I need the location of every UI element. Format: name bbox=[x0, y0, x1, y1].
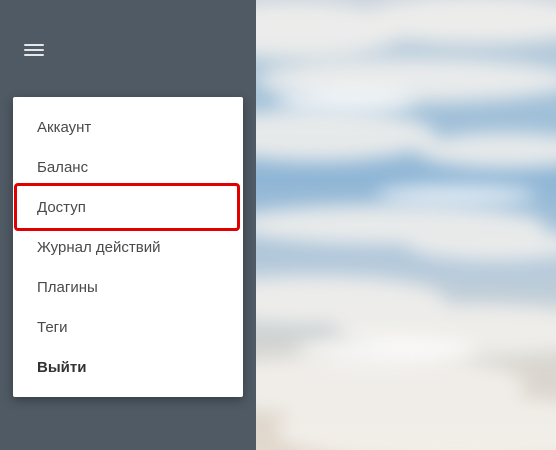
menu-item-activity-log[interactable]: Журнал действий bbox=[13, 228, 243, 268]
sky-background-image bbox=[256, 0, 556, 450]
hamburger-line bbox=[24, 49, 44, 51]
menu-item-access[interactable]: Доступ bbox=[13, 188, 243, 228]
menu-item-balance[interactable]: Баланс bbox=[13, 148, 243, 188]
cloud-layer bbox=[256, 0, 556, 450]
menu-item-plugins[interactable]: Плагины bbox=[13, 268, 243, 308]
hamburger-menu-icon[interactable] bbox=[24, 42, 44, 58]
hamburger-line bbox=[24, 54, 44, 56]
hamburger-line bbox=[24, 44, 44, 46]
menu-item-tags[interactable]: Теги bbox=[13, 308, 243, 348]
menu-item-account[interactable]: Аккаунт bbox=[13, 108, 243, 148]
app-screen: Аккаунт Баланс Доступ Журнал действий Пл… bbox=[0, 0, 556, 450]
menu-item-logout[interactable]: Выйти bbox=[13, 348, 243, 388]
account-dropdown-menu: Аккаунт Баланс Доступ Журнал действий Пл… bbox=[13, 97, 243, 397]
